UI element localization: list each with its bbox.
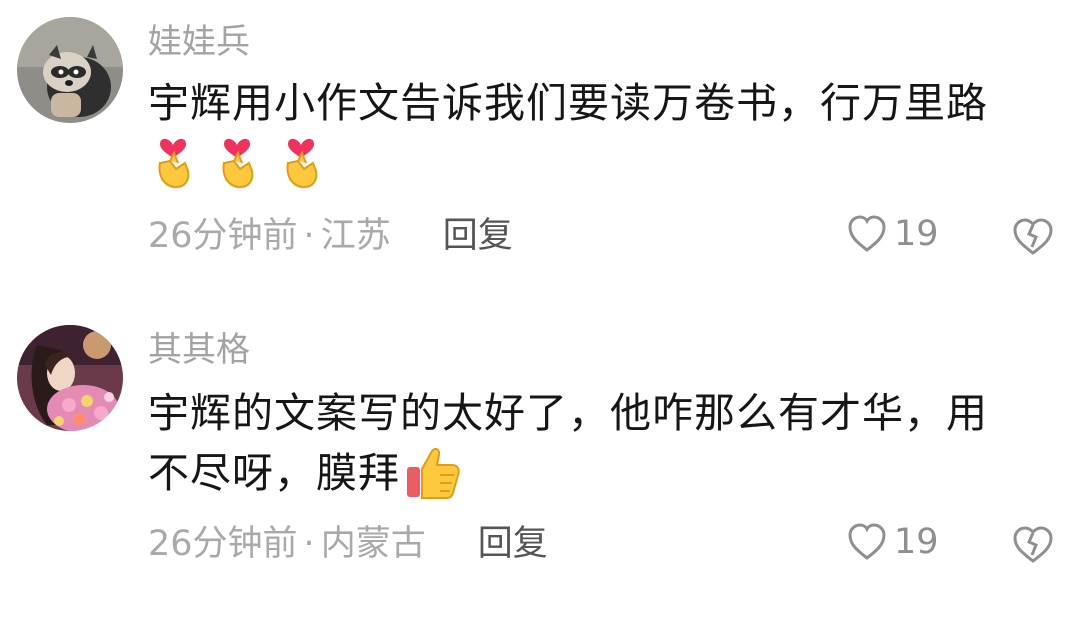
portrait-avatar-icon [17,325,123,431]
comment-text-line: 宇辉的文案写的太好了，他咋那么有才华，用 [148,389,988,437]
heart-outline-icon [848,523,886,560]
like-button[interactable]: 19 [846,522,939,562]
username[interactable]: 其其格 [148,330,250,370]
comment-time: 26分钟前 [148,524,298,564]
comment-text-line: 不尽呀，膜拜 [148,443,1048,503]
meta-separator: · [303,524,315,564]
comment-item: 其其格 宇辉的文案写的太好了，他咋那么有才华，用 不尽呀，膜拜 26分钟前 · … [0,0,1080,619]
avatar[interactable] [17,325,123,431]
reply-button[interactable]: 回复 [478,522,548,566]
dislike-button[interactable] [1010,525,1056,569]
comment-text-segment: 不尽呀，膜拜 [148,449,400,497]
like-count: 19 [894,522,939,562]
comment-meta: 26分钟前 · 内蒙古 回复 [148,522,548,566]
comment-text: 宇辉的文案写的太好了，他咋那么有才华，用 不尽呀，膜拜 [148,383,1048,503]
thumbs-up-icon [407,447,460,499]
comment-location: 内蒙古 [320,524,426,564]
broken-heart-icon [1013,526,1053,563]
